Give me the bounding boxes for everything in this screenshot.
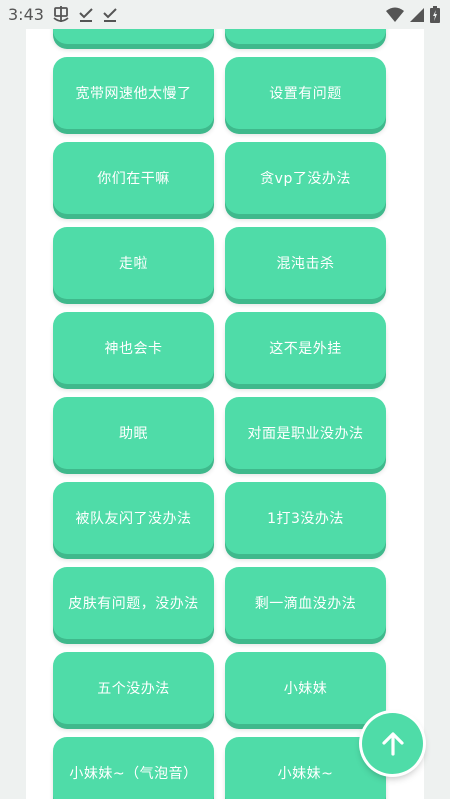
sound-button[interactable] [225,29,386,44]
sound-button-panel: 宽带网速他太慢了 设置有问题 你们在干嘛 贪vp了没办法 走啦 混沌击杀 神也会… [26,29,424,799]
status-time: 3:43 [8,5,44,24]
button-row: 走啦 混沌击杀 [26,227,424,305]
scroll-to-top-button[interactable] [362,713,423,774]
sound-button[interactable]: 1打3没办法 [225,482,386,554]
wifi-icon [386,7,404,22]
download-done-icon [79,8,93,22]
sound-button[interactable]: 神也会卡 [53,312,214,384]
arrow-up-icon [381,731,404,756]
sound-button[interactable]: 混沌击杀 [225,227,386,299]
battery-icon [430,6,440,23]
sound-button[interactable]: 这不是外挂 [225,312,386,384]
download-done-icon-2 [103,8,117,22]
status-system-icons [386,6,440,23]
sound-button[interactable]: 皮肤有问题，没办法 [53,567,214,639]
sound-button[interactable]: 宽带网速他太慢了 [53,57,214,129]
signal-icon [410,7,424,22]
button-row: 被队友闪了没办法 1打3没办法 [26,482,424,560]
sound-button[interactable]: 被队友闪了没办法 [53,482,214,554]
sound-button[interactable]: 对面是职业没办法 [225,397,386,469]
button-row: 五个没办法 小妹妹 [26,652,424,730]
button-row [26,29,424,50]
sound-button[interactable]: 小妹妹~（气泡音） [53,737,214,799]
sound-button[interactable]: 剩一滴血没办法 [225,567,386,639]
button-row: 皮肤有问题，没办法 剩一滴血没办法 [26,567,424,645]
button-row: 你们在干嘛 贪vp了没办法 [26,142,424,220]
sound-button[interactable]: 五个没办法 [53,652,214,724]
sound-button[interactable]: 走啦 [53,227,214,299]
button-row: 神也会卡 这不是外挂 [26,312,424,390]
status-notification-icons [52,6,118,24]
sound-button[interactable]: 设置有问题 [225,57,386,129]
status-bar: 3:43 [0,0,450,29]
sound-button[interactable]: 助眠 [53,397,214,469]
button-row: 助眠 对面是职业没办法 [26,397,424,475]
sound-button[interactable]: 小妹妹 [225,652,386,724]
button-row: 宽带网速他太慢了 设置有问题 [26,57,424,135]
sound-button[interactable] [53,29,214,44]
sound-button[interactable]: 贪vp了没办法 [225,142,386,214]
sound-button[interactable]: 你们在干嘛 [53,142,214,214]
notification-app-icon [53,6,69,22]
